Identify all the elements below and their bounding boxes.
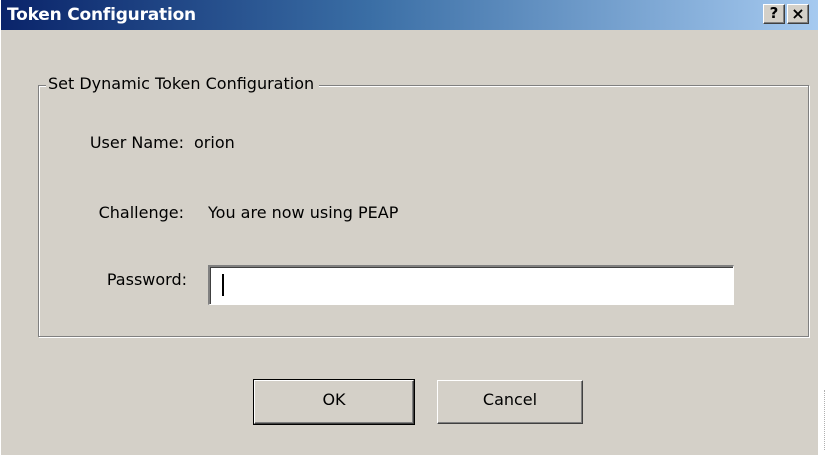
close-icon: × xyxy=(791,4,805,23)
user-name-value: orion xyxy=(194,133,235,152)
question-mark-icon: ? xyxy=(769,4,779,22)
ok-button[interactable]: OK xyxy=(253,379,415,425)
window-title: Token Configuration xyxy=(7,5,196,25)
background-edge xyxy=(818,0,830,455)
text-caret xyxy=(222,274,224,296)
password-input[interactable] xyxy=(208,265,734,305)
password-label: Password: xyxy=(106,270,187,289)
cancel-button[interactable]: Cancel xyxy=(437,380,583,424)
title-bar[interactable]: Token Configuration ? × xyxy=(1,0,819,30)
groupbox-legend: Set Dynamic Token Configuration xyxy=(46,73,320,95)
token-configuration-dialog: Token Configuration ? × Set Dynamic Toke… xyxy=(0,0,819,455)
challenge-value: You are now using PEAP xyxy=(208,203,399,222)
help-button[interactable]: ? xyxy=(763,4,785,24)
dotted-edge-mark xyxy=(824,390,826,450)
challenge-label: Challenge: xyxy=(98,203,184,222)
close-button[interactable]: × xyxy=(787,4,809,24)
user-name-label: User Name: xyxy=(89,133,184,152)
